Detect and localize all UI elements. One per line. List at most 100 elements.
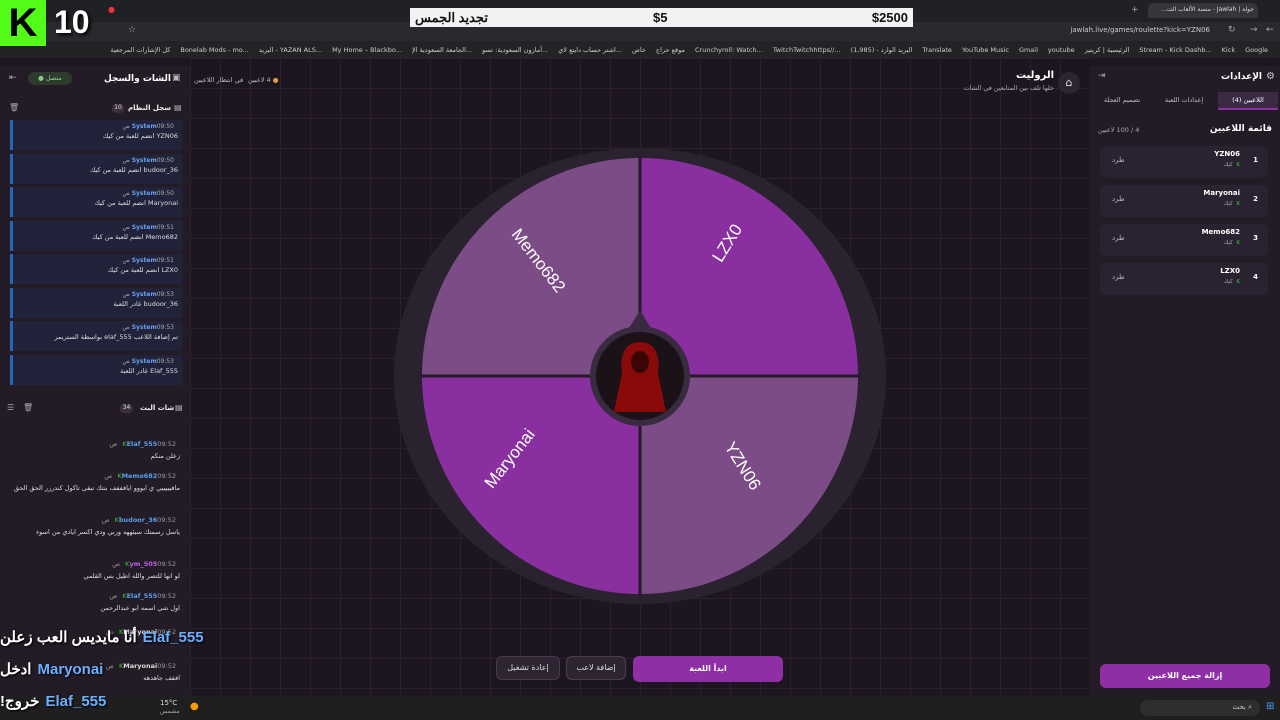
bookmark-item[interactable]: youtube (1048, 46, 1075, 54)
kick-badge-icon: K (1234, 162, 1240, 168)
back-icon[interactable]: ← (1266, 25, 1274, 35)
platform-label: كيك (1223, 279, 1233, 285)
filter-icon[interactable]: ☰ (7, 403, 14, 412)
system-sender: System (131, 290, 157, 298)
bookmark-item[interactable]: Stream - Kick Dashb... (1139, 46, 1211, 54)
system-log-header: System09:51 ص (17, 224, 178, 231)
bookmarks-bar: Google Kick Stream - Kick Dashb... الرئيسية… (0, 41, 1280, 58)
system-sender: System (131, 223, 157, 231)
kick-player-button[interactable]: طرد (1112, 195, 1125, 203)
bookmark-item[interactable]: خاص (632, 46, 646, 54)
overlay-chat-text: خروج! (0, 693, 40, 710)
url-field[interactable]: jawlah.live/games/roulette?kick=YZN06 (1000, 26, 1210, 34)
clear-chat-icon[interactable]: 🗑 (23, 403, 33, 412)
player-row: 2 Maryonai كيك K طرد (1100, 185, 1268, 217)
chat-username: Maryonai (123, 662, 158, 670)
system-sender: System (131, 123, 157, 130)
forward-icon[interactable]: → (1250, 25, 1258, 35)
system-log-entry: System09:51 ص LZX0 انضم للعبة من كيك (10, 254, 182, 284)
bookmark-item[interactable]: كل الإشارات المرجعية (110, 46, 170, 54)
taskbar-search[interactable]: بحث ⌕ (1140, 700, 1260, 716)
platform-label: كيك (1223, 162, 1233, 168)
bookmark-item[interactable]: Kick (1222, 46, 1235, 54)
kick-player-button[interactable]: طرد (1112, 234, 1125, 242)
system-log-title: سجل النظام (128, 104, 172, 112)
connection-status-badge: ● متصل (28, 72, 72, 85)
bookmark-item[interactable]: البريد الوارد - (1,985) (851, 46, 913, 54)
kick-player-button[interactable]: طرد (1112, 156, 1125, 164)
system-sender: System (131, 324, 157, 331)
add-player-button[interactable]: إضافة لاعب (566, 656, 626, 680)
kick-badge-icon: K (1234, 201, 1240, 207)
roulette-wheel[interactable]: LZX0YZN06MaryonaiMemo682 (392, 146, 888, 626)
system-sender: System (131, 190, 157, 197)
system-text: Elaf_555 غادر اللعبة (120, 366, 178, 375)
game-subtitle: خلها تلف بين المتابعين في الشات (963, 84, 1054, 92)
live-chat-title: شات البث (140, 404, 175, 412)
weather-desc: مشمس (160, 708, 180, 715)
kick-badge-icon: K (1234, 240, 1240, 246)
overlay-chat-name: Maryonai (37, 661, 104, 678)
windows-start-icon[interactable]: ⊞ (1266, 701, 1274, 712)
clear-log-icon[interactable]: 🗑 (9, 103, 19, 112)
system-log-header: System09:51 ص (17, 257, 178, 264)
settings-tab[interactable]: اللاعبين (4) (1218, 92, 1278, 110)
bookmark-item[interactable]: Google (1245, 46, 1268, 54)
player-row: 4 LZX0 كيك K طرد (1100, 263, 1268, 295)
player-rank: 4 (1253, 273, 1258, 281)
bookmark-item[interactable]: My Home – Blackbo... (332, 46, 402, 54)
system-log-entry: System09:50 ص budoor_36 انضم للعبة من كيك (10, 153, 182, 184)
star-icon[interactable]: ☆ (128, 25, 136, 35)
system-text: YZN06 انضم للعبة من كيك (102, 132, 178, 140)
system-log-entry: System09:50 ص Maryonai انضم للعبة من كيك (10, 187, 182, 217)
bookmark-item[interactable]: الرئيسية | كريتيز (1085, 46, 1130, 54)
bookmark-item[interactable]: الجامعة السعودية الإ... (412, 46, 472, 54)
bookmark-item[interactable]: Crunchyroll: Watch... (695, 46, 763, 54)
chat-text: مافيييييي ي ابووو ايافففف بنتك تبقى تاكو… (13, 484, 180, 492)
bookmark-item[interactable]: TwitchTwitchhttps//... (773, 46, 841, 54)
system-log-header: System09:53 ص (17, 358, 178, 365)
system-sender: System (131, 156, 157, 164)
system-sender: System (131, 257, 157, 264)
reload-icon[interactable]: ↻ (1228, 25, 1236, 35)
player-rank: 3 (1253, 234, 1258, 242)
settings-tab[interactable]: تصميم العجلة (1092, 92, 1152, 110)
bookmark-item[interactable]: اشتر حساب دايتع لاي... (558, 46, 622, 54)
players-count: 4 / 100 لاعبين (1098, 126, 1140, 134)
bookmark-item[interactable]: Gmail (1019, 46, 1038, 54)
chat-username: Memo682 (121, 472, 158, 480)
home-icon[interactable]: ⌂ (1058, 72, 1080, 94)
bookmark-item[interactable]: Bonelab Mods - mo... (180, 46, 249, 54)
chat-message: Kym_50509:52 ص لو انها للتصر والله اطيل ب… (10, 560, 180, 581)
live-chat-count: 34 (120, 404, 133, 413)
chat-text: لو انها للتصر والله اطيل بس القلمي (83, 572, 180, 580)
chat-panel-title: الشات والسجل (104, 74, 171, 84)
settings-tab[interactable]: إعدادات اللعبة (1154, 92, 1214, 110)
overlay-chat-text: ادخل (0, 661, 32, 678)
browser-tab[interactable]: جولة | Jawlah - منصة الألعاب الت... (1148, 3, 1258, 18)
collapse-panel-icon[interactable]: ⇤ (9, 73, 17, 83)
player-platform: كيك K (1224, 201, 1240, 207)
start-game-button[interactable]: ابدأ اللعبة (633, 656, 783, 682)
new-tab-icon[interactable]: + (1131, 5, 1139, 15)
bookmark-item[interactable]: موقع حراج (656, 46, 685, 54)
collapse-settings-icon[interactable]: ⇥ (1098, 71, 1106, 81)
bookmark-item[interactable]: أمازون السعودية: تسو... (482, 46, 548, 54)
settings-panel: الإعدادات ⚙ ⇥ قائمة اللاعبين 4 / 100 لاع… (1090, 66, 1280, 696)
remove-all-players-button[interactable]: إزالة جميع اللاعبين (1100, 664, 1270, 688)
kick-player-button[interactable]: طرد (1112, 273, 1125, 281)
overlay-count: 10 (54, 4, 90, 40)
bookmark-item[interactable]: YouTube Music (962, 46, 1009, 54)
chat-message-header: Kym_50509:52 ص (10, 560, 180, 568)
system-sender: System (131, 357, 157, 365)
system-text: Maryonai انضم للعبة من كيك (94, 199, 178, 207)
players-status: ● 4 لاعبين (248, 76, 279, 84)
restart-button[interactable]: إعادة تشغيل (496, 656, 560, 680)
bookmark-item[interactable]: البريد - YAZAN ALS... (259, 46, 322, 54)
chat-username: Elaf_555 (126, 440, 158, 448)
tab-title: جولة | Jawlah - منصة الألعاب الت... (1161, 6, 1254, 13)
system-log-header: System09:50 ص (17, 190, 178, 197)
chat-message-header: Kbudoor_3609:52 ص (10, 516, 180, 524)
bookmark-item[interactable]: Translate (922, 46, 952, 54)
chat-message-header: KMemo68209:52 ص (10, 472, 180, 480)
